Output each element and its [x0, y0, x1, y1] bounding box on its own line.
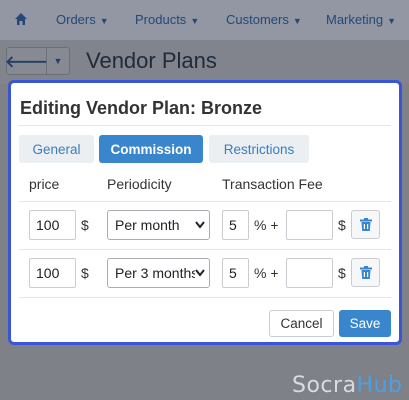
- periodicity-value: Per 3 months: [115, 265, 199, 281]
- currency-symbol: $: [81, 265, 89, 281]
- column-header-periodicity: Periodicity: [107, 176, 172, 192]
- tab-general[interactable]: General: [19, 135, 94, 163]
- watermark-logo: SocraHub: [292, 373, 403, 398]
- nav-item-customers[interactable]: Customers ▼: [226, 12, 302, 27]
- column-header-transaction-fee: Transaction Fee: [222, 176, 323, 192]
- nav-item-label: Products: [135, 12, 187, 27]
- currency-symbol: $: [81, 217, 89, 233]
- price-input[interactable]: 100: [29, 210, 76, 240]
- nav-item-label: Customers: [226, 12, 289, 27]
- chevron-down-icon: ▼: [190, 16, 200, 26]
- periodicity-value: Per month: [115, 217, 180, 233]
- save-button[interactable]: Save: [339, 310, 391, 337]
- nav-item-label: Orders: [56, 12, 96, 27]
- dialog-title: Editing Vendor Plan: Bronze: [20, 98, 263, 118]
- nav-item-label: Marketing: [326, 12, 384, 27]
- chevron-down-icon: [195, 221, 205, 229]
- delete-row-button[interactable]: [351, 258, 380, 287]
- fee-percent-input[interactable]: 5: [222, 210, 249, 240]
- percent-plus-label: % +: [254, 217, 279, 233]
- nav-item-products[interactable]: Products ▼: [135, 12, 199, 27]
- back-button-group[interactable]: 🡐 ▼: [5, 47, 70, 75]
- divider: [19, 297, 391, 298]
- column-header-price: price: [29, 176, 60, 192]
- page-title: Vendor Plans: [86, 48, 217, 73]
- edit-vendor-plan-dialog: Editing Vendor Plan: Bronze General Comm…: [8, 80, 402, 345]
- watermark-part2: Hub: [356, 373, 403, 398]
- tab-commission[interactable]: Commission: [99, 135, 203, 163]
- tab-restrictions[interactable]: Restrictions: [209, 135, 309, 163]
- arrow-left-icon[interactable]: 🡐: [5, 48, 48, 74]
- cancel-button[interactable]: Cancel: [269, 310, 334, 337]
- trash-icon: [359, 218, 372, 231]
- chevron-down-icon: ▼: [292, 16, 302, 26]
- divider: [19, 249, 391, 250]
- trash-icon: [359, 266, 372, 279]
- periodicity-select[interactable]: Per month: [107, 210, 210, 240]
- price-input[interactable]: 100: [29, 258, 76, 288]
- chevron-down-icon: [195, 267, 205, 279]
- divider: [19, 201, 391, 202]
- fee-percent-input[interactable]: 5: [222, 258, 249, 288]
- fee-fixed-input[interactable]: [286, 210, 333, 240]
- chevron-down-icon: ▼: [387, 16, 396, 26]
- currency-symbol: $: [338, 265, 346, 281]
- nav-item-orders[interactable]: Orders ▼: [56, 12, 109, 27]
- percent-plus-label: % +: [254, 265, 279, 281]
- top-navigation: Orders ▼ Products ▼ Customers ▼ Marketing ▼: [0, 0, 409, 40]
- fee-fixed-input[interactable]: [286, 258, 333, 288]
- watermark-part1: Socra: [292, 373, 357, 398]
- chevron-down-icon: ▼: [99, 16, 109, 26]
- divider: [19, 125, 391, 126]
- nav-item-marketing[interactable]: Marketing ▼: [326, 12, 396, 27]
- chevron-down-icon[interactable]: ▼: [47, 48, 69, 74]
- periodicity-select[interactable]: Per 3 months: [107, 258, 210, 288]
- delete-row-button[interactable]: [351, 210, 380, 239]
- currency-symbol: $: [338, 217, 346, 233]
- home-icon[interactable]: [14, 12, 28, 26]
